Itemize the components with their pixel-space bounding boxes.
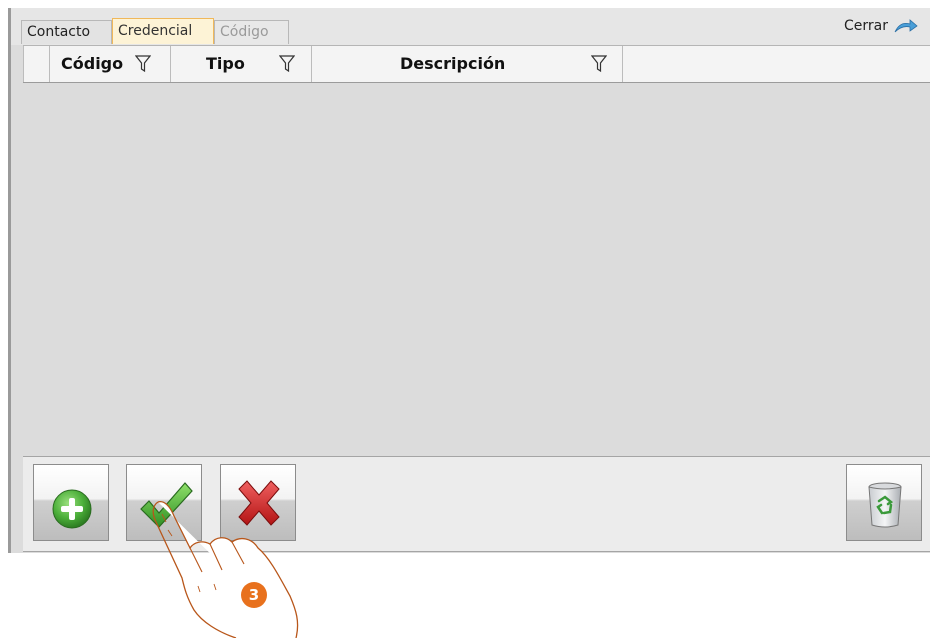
filter-icon[interactable] (279, 55, 295, 73)
credential-window: Contacto Credencial Código Cerrar Código… (8, 8, 930, 553)
grid-header: Código Tipo Descripción (23, 45, 930, 83)
column-header-descripcion[interactable]: Descripción (312, 46, 623, 82)
trash-icon (868, 482, 902, 528)
column-label-codigo: Código (61, 54, 124, 73)
close-arrow-icon (894, 19, 918, 33)
tab-contacto[interactable]: Contacto (21, 20, 112, 44)
tab-strip: Contacto Credencial Código Cerrar (11, 8, 930, 45)
column-header-codigo[interactable]: Código (50, 46, 171, 82)
filter-icon[interactable] (135, 55, 151, 73)
close-button[interactable]: Cerrar (844, 18, 918, 34)
tab-codigo: Código (214, 20, 289, 44)
grid-body[interactable] (23, 83, 930, 454)
column-header-tipo[interactable]: Tipo (171, 46, 312, 82)
close-label: Cerrar (844, 18, 888, 34)
column-label-tipo: Tipo (206, 54, 245, 73)
plus-icon (52, 489, 92, 529)
add-button[interactable] (33, 464, 109, 541)
tab-credencial[interactable]: Credencial (112, 18, 214, 44)
delete-button[interactable] (846, 464, 922, 541)
column-label-descripcion: Descripción (400, 54, 506, 73)
pointing-hand-icon (152, 500, 299, 638)
step-badge: 3 (241, 582, 267, 608)
row-selector-header (23, 46, 50, 82)
filter-icon[interactable] (591, 55, 607, 73)
